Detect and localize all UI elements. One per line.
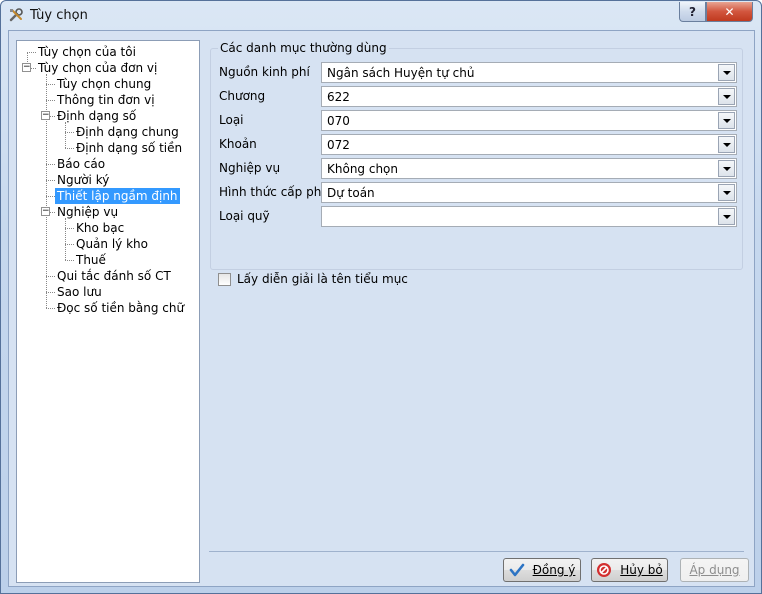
collapse-icon[interactable]: − (41, 111, 50, 120)
cancel-button[interactable]: Hủy bỏ (591, 558, 668, 582)
field-label: Nghiệp vụ (219, 161, 281, 175)
tree-connector-line (65, 260, 74, 261)
tree-item[interactable]: Báo cáo (55, 156, 107, 172)
tree-item[interactable]: Đọc số tiền bằng chữ (55, 300, 186, 316)
combobox-value: 072 (327, 138, 350, 152)
dropdown-arrow-button[interactable] (718, 88, 735, 105)
close-icon: ✕ (724, 4, 735, 19)
tree-item[interactable]: Qui tắc đánh số CT (55, 268, 173, 284)
dropdown-arrow-button[interactable] (718, 184, 735, 201)
tree-connector-line (46, 292, 55, 293)
tree-item[interactable]: Định dạng số (55, 108, 138, 124)
help-button[interactable]: ? (679, 2, 706, 22)
title-bar[interactable]: Tùy chọn ? ✕ (1, 1, 761, 31)
tree-connector-line (65, 228, 74, 229)
tree-item[interactable]: Định dạng chung (74, 124, 181, 140)
apply-button-label: Áp dụng (689, 563, 740, 577)
use-subitem-name-checkbox[interactable] (218, 273, 231, 286)
dialog-client-area: Tùy chọn của tôi − Tùy chọn của đơn vị Tùy … (8, 30, 755, 587)
tools-icon (9, 8, 23, 22)
tree-item[interactable]: Người ký (55, 172, 111, 188)
dropdown-arrow-button[interactable] (718, 64, 735, 81)
ok-button-label: Đồng ý (532, 563, 576, 577)
chevron-down-icon (722, 166, 731, 171)
tree-connector-line (46, 196, 55, 197)
tree-connector-line (46, 164, 55, 165)
field-combobox[interactable]: 622 (321, 86, 737, 107)
tree-item[interactable]: Định dạng số tiền (74, 140, 184, 156)
field-combobox[interactable]: Không chọn (321, 158, 737, 179)
combobox-value: 622 (327, 90, 350, 104)
help-icon: ? (689, 4, 696, 19)
tree-connector-line (65, 218, 66, 260)
combobox-value: Không chọn (327, 162, 399, 176)
field-label: Chương (219, 89, 266, 103)
tree-connector-line (65, 148, 74, 149)
collapse-icon[interactable]: − (22, 63, 31, 72)
tree-item[interactable]: Tùy chọn của tôi (36, 44, 138, 60)
field-label: Khoản (219, 137, 257, 151)
cancel-icon (597, 563, 612, 577)
tree-item[interactable]: Nghiệp vụ (55, 204, 120, 220)
apply-button[interactable]: Áp dụng (680, 558, 749, 582)
window-title: Tùy chọn (30, 8, 88, 23)
tree-connector-line (46, 276, 55, 277)
settings-panel: Các danh mục thường dùng Lấy diễn giải l… (209, 40, 744, 552)
tree-item[interactable]: Thiết lập ngầm định (55, 188, 180, 204)
field-combobox[interactable]: 070 (321, 110, 737, 131)
field-label: Hình thức cấp phát (219, 185, 334, 199)
tree-connector-line (65, 244, 74, 245)
tree-item[interactable]: Kho bạc (74, 220, 126, 236)
dropdown-arrow-button[interactable] (718, 112, 735, 129)
options-dialog: Tùy chọn ? ✕ Tùy chọn của tôi − Tùy chọn c… (0, 0, 762, 594)
tree-item[interactable]: Quản lý kho (74, 236, 150, 252)
chevron-down-icon (722, 214, 731, 219)
tree-connector-line (46, 308, 55, 309)
options-tree[interactable]: Tùy chọn của tôi − Tùy chọn của đơn vị Tùy … (16, 40, 200, 583)
combobox-value: Dự toán (327, 186, 375, 200)
collapse-icon[interactable]: − (41, 207, 50, 216)
combobox-value: 070 (327, 114, 350, 128)
tree-connector-line (65, 122, 66, 148)
tree-connector-line (27, 52, 36, 53)
use-subitem-name-label: Lấy diễn giải là tên tiểu mục (237, 272, 408, 286)
tree-item[interactable]: Thuế (74, 252, 108, 268)
field-combobox[interactable]: Dự toán (321, 182, 737, 203)
field-label: Loại quỹ (219, 209, 270, 223)
tree-item[interactable]: Thông tin đơn vị (55, 92, 157, 108)
dropdown-arrow-button[interactable] (718, 136, 735, 153)
field-label: Loại (219, 113, 244, 127)
tree-connector-line (46, 100, 55, 101)
chevron-down-icon (722, 190, 731, 195)
tree-connector-line (65, 132, 74, 133)
combobox-value: Ngân sách Huyện tự chủ (327, 66, 475, 80)
cancel-button-label: Hủy bỏ (620, 563, 663, 577)
dropdown-arrow-button[interactable] (718, 160, 735, 177)
chevron-down-icon (722, 94, 731, 99)
dropdown-arrow-button[interactable] (718, 208, 735, 225)
group-title: Các danh mục thường dùng (218, 41, 389, 55)
field-label: Nguồn kinh phí (219, 65, 310, 79)
ok-button[interactable]: Đồng ý (503, 558, 581, 582)
field-combobox[interactable] (321, 206, 737, 227)
chevron-down-icon (722, 118, 731, 123)
chevron-down-icon (722, 142, 731, 147)
field-combobox[interactable]: 072 (321, 134, 737, 155)
checkmark-icon (509, 563, 524, 577)
tree-item[interactable]: Tùy chọn của đơn vị (36, 60, 159, 76)
tree-item[interactable]: Tùy chọn chung (55, 76, 153, 92)
tree-connector-line (46, 180, 55, 181)
tree-connector-line (46, 84, 55, 85)
divider (209, 551, 744, 552)
tree-item[interactable]: Sao lưu (55, 284, 104, 300)
chevron-down-icon (722, 70, 731, 75)
field-combobox[interactable]: Ngân sách Huyện tự chủ (321, 62, 737, 83)
close-button[interactable]: ✕ (706, 2, 753, 22)
